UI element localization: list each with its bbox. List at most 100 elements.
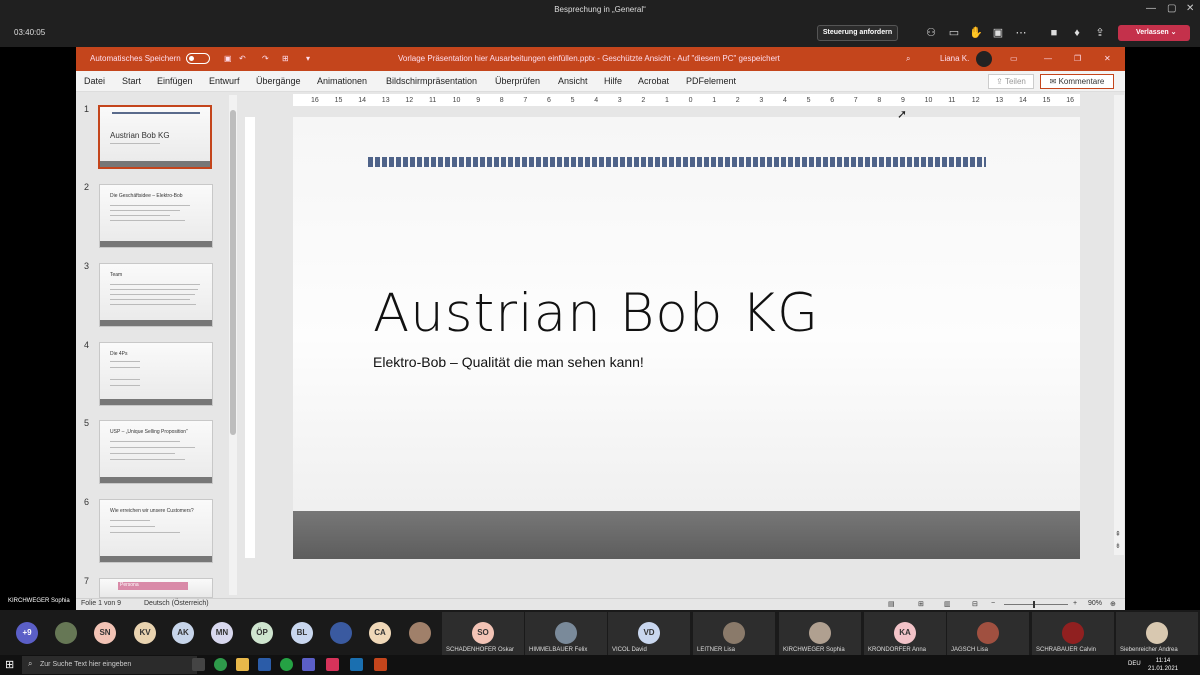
participant-tile[interactable]: KIRCHWEGER Sophia	[779, 612, 861, 655]
chat-icon[interactable]: ▭	[945, 24, 963, 42]
slide-thumbnail[interactable]: Team	[99, 263, 213, 327]
ppt-restore-icon[interactable]: ❐	[1074, 54, 1081, 63]
participant-tile[interactable]: SCHRABAUER Calvin	[1032, 612, 1114, 655]
redo-icon[interactable]: ↷	[262, 54, 269, 63]
slide-title[interactable]: Austrian Bob KG	[373, 283, 819, 344]
teams-icon[interactable]	[302, 658, 315, 671]
leave-button[interactable]: Verlassen ⌄	[1118, 25, 1190, 41]
save-icon[interactable]: ▣	[224, 54, 232, 63]
more-icon[interactable]: ⋯	[1012, 24, 1030, 42]
zoom-out-icon[interactable]: −	[991, 600, 995, 607]
prev-slide-icon[interactable]: ⇞	[1115, 530, 1121, 538]
zoom-slider-thumb[interactable]	[1033, 601, 1035, 608]
request-control-button[interactable]: Steuerung anfordern	[817, 25, 898, 41]
next-slide-icon[interactable]: ⇟	[1115, 542, 1121, 550]
editor-scrollbar[interactable]	[1114, 95, 1124, 555]
zoom-in-icon[interactable]: +	[1073, 600, 1077, 607]
rooms-icon[interactable]: ▣	[989, 24, 1007, 42]
slide-thumbnail[interactable]: Die Geschäftsidee – Elektro-Bob	[99, 184, 213, 248]
participant-avatar[interactable]	[409, 622, 431, 644]
menu-datei[interactable]: Datei	[84, 76, 105, 86]
taskbar-search-input[interactable]: Zur Suche Text hier eingeben	[22, 656, 197, 674]
zoom-slider[interactable]	[1004, 604, 1068, 605]
participant-tile[interactable]: LEITNER Lisa	[693, 612, 775, 655]
main-slide-canvas[interactable]: Austrian Bob KG Elektro-Bob – Qualität d…	[293, 117, 1080, 559]
search-icon[interactable]: ⌕	[906, 54, 910, 64]
taskbar-clock[interactable]: 11:14 21.01.2021	[1148, 657, 1178, 673]
menu-bildschirmpraesentation[interactable]: Bildschirmpräsentation	[386, 76, 477, 86]
explorer-icon[interactable]	[236, 658, 249, 671]
participant-avatar	[809, 622, 831, 644]
slide-thumbnail[interactable]: Die 4Ps	[99, 342, 213, 406]
present-icon[interactable]: ⊞	[282, 54, 289, 63]
avatar[interactable]	[976, 51, 992, 67]
thumbnail-scroll-thumb[interactable]	[230, 110, 236, 435]
menu-hilfe[interactable]: Hilfe	[604, 76, 622, 86]
app-icon[interactable]	[326, 658, 339, 671]
slide-thumbnail[interactable]: USP – „Unique Selling Proposition“	[99, 420, 213, 484]
windows-start-icon[interactable]: ⊞	[5, 658, 14, 671]
comments-button[interactable]: ✉ Kommentare	[1040, 74, 1114, 89]
close-icon[interactable]: ✕	[1186, 3, 1194, 14]
powerpoint-icon[interactable]	[374, 658, 387, 671]
participant-avatar[interactable]: SN	[94, 622, 116, 644]
slide-subtitle[interactable]: Elektro-Bob – Qualität die man sehen kan…	[373, 354, 644, 370]
chrome-icon[interactable]	[214, 658, 227, 671]
undo-icon[interactable]: ↶	[239, 54, 246, 63]
raise-hand-icon[interactable]: ✋	[967, 24, 985, 42]
menu-animationen[interactable]: Animationen	[317, 76, 367, 86]
maximize-icon[interactable]: ▢	[1167, 3, 1176, 14]
zoom-level[interactable]: 90%	[1088, 600, 1102, 607]
participant-tile[interactable]: JAGSCH Lisa	[947, 612, 1029, 655]
quick-access-icon[interactable]: ▾	[306, 54, 310, 63]
share-button[interactable]: ⇪ Teilen	[988, 74, 1034, 89]
participant-tile[interactable]: SO SCHADENHOFER Oskar	[442, 612, 524, 655]
microphone-icon[interactable]: ♦	[1068, 24, 1086, 42]
word-icon[interactable]	[258, 658, 271, 671]
menu-entwurf[interactable]: Entwurf	[209, 76, 240, 86]
slideshow-view-icon[interactable]: ⊟	[972, 600, 978, 608]
participant-avatar[interactable]	[55, 622, 77, 644]
slide-thumbnail[interactable]: Wie erreichen wir unsere Customers?	[99, 499, 213, 563]
menu-acrobat[interactable]: Acrobat	[638, 76, 669, 86]
autosave-toggle[interactable]	[186, 53, 210, 64]
reading-view-icon[interactable]: ▥	[944, 600, 951, 608]
language-indicator[interactable]: Deutsch (Österreich)	[144, 600, 209, 607]
participant-avatar[interactable]: CA	[369, 622, 391, 644]
participant-avatar[interactable]: MN	[211, 622, 233, 644]
camera-icon[interactable]: ■	[1045, 24, 1063, 42]
whatsapp-icon[interactable]	[280, 658, 293, 671]
steam-icon[interactable]	[350, 658, 363, 671]
task-view-icon[interactable]	[192, 658, 205, 671]
menu-ueberpruefen[interactable]: Überprüfen	[495, 76, 540, 86]
ppt-close-icon[interactable]: ✕	[1104, 54, 1111, 63]
participant-avatar[interactable]: ÖP	[251, 622, 273, 644]
minimize-icon[interactable]: —	[1146, 3, 1156, 14]
people-icon[interactable]: ⚇	[922, 24, 940, 42]
participant-avatar[interactable]: KV	[134, 622, 156, 644]
ruler-tick: 14	[358, 97, 366, 104]
slide-thumbnail-pane[interactable]: 1 Austrian Bob KG 2 Die Geschäftsidee – …	[76, 92, 238, 598]
sorter-view-icon[interactable]: ⊞	[918, 600, 924, 608]
participant-tile[interactable]: Siebenreicher Andrea	[1116, 612, 1198, 655]
participant-avatar[interactable]: BL	[291, 622, 313, 644]
participant-avatar[interactable]: AK	[172, 622, 194, 644]
slide-thumbnail[interactable]: Austrian Bob KG	[98, 105, 212, 169]
participant-avatar[interactable]	[330, 622, 352, 644]
participant-tile[interactable]: VD VICOL David	[608, 612, 690, 655]
language-indicator[interactable]: DEU	[1128, 661, 1141, 667]
share-screen-icon[interactable]: ⇪	[1091, 24, 1109, 42]
ppt-minimize-icon[interactable]: —	[1044, 54, 1052, 63]
normal-view-icon[interactable]: ▤	[888, 600, 895, 608]
menu-uebergaenge[interactable]: Übergänge	[256, 76, 301, 86]
participant-tile[interactable]: KA KRONDORFER Anna	[864, 612, 946, 655]
menu-einfuegen[interactable]: Einfügen	[157, 76, 193, 86]
menu-pdfelement[interactable]: PDFelement	[686, 76, 736, 86]
fit-slide-icon[interactable]: ⊕	[1110, 600, 1116, 608]
ribbon-display-icon[interactable]: ▭	[1010, 54, 1018, 63]
participant-tile[interactable]: HIMMELBAUER Felix	[525, 612, 607, 655]
participant-avatar[interactable]: +9	[16, 622, 38, 644]
slide-thumbnail[interactable]: Persona	[99, 578, 213, 598]
menu-start[interactable]: Start	[122, 76, 141, 86]
menu-ansicht[interactable]: Ansicht	[558, 76, 588, 86]
